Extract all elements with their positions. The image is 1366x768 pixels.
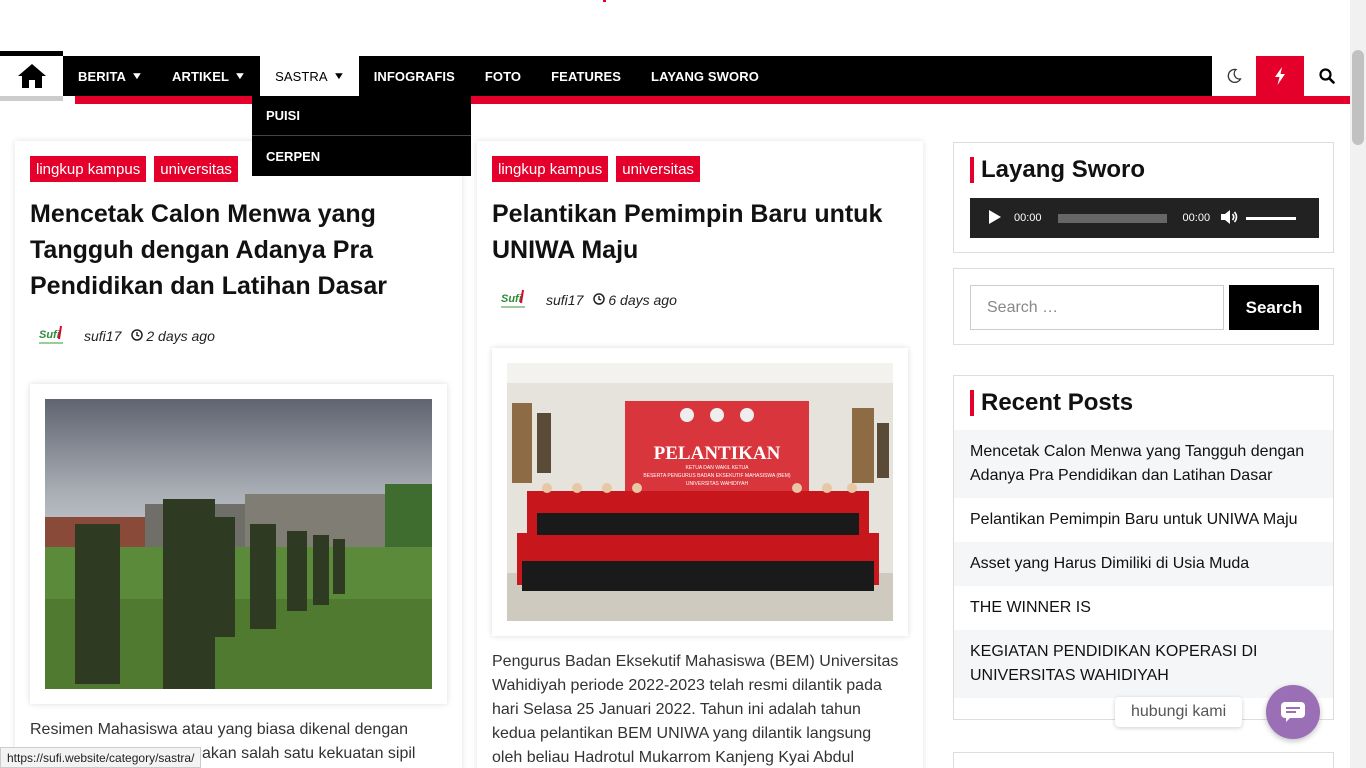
dropdown-item-puisi[interactable]: PUISI — [252, 96, 471, 136]
page: BERITA ▼ ARTIKEL ▼ SASTRA ▼ INFOGRAFIS F… — [0, 0, 1366, 768]
sastra-dropdown: PUISI CERPEN — [252, 96, 471, 176]
nav-item-label: FEATURES — [551, 68, 622, 84]
post-thumbnail-pelantikan[interactable]: PELANTIKAN KETUA DAN WAKIL KETUA BESERTA… — [507, 363, 893, 621]
flash-news-button[interactable] — [1256, 56, 1304, 96]
nav-item-infografis[interactable]: INFOGRAFIS — [359, 56, 470, 96]
header-search-button[interactable] — [1304, 56, 1350, 96]
play-icon[interactable] — [988, 209, 1002, 228]
volume-icon[interactable] — [1220, 209, 1238, 228]
author-name[interactable]: sufi17 — [546, 292, 583, 308]
excerpt-line: hari Selasa 25 Januari 2022. Tahun ini a… — [492, 701, 861, 718]
chat-button[interactable] — [1266, 685, 1320, 739]
post-time: 6 days ago — [608, 292, 677, 308]
recent-post-link[interactable]: KEGIATAN PENDIDIKAN KOPERASI DI UNIVERSI… — [954, 630, 1333, 698]
nav-item-berita[interactable]: BERITA ▼ — [63, 56, 157, 96]
dark-mode-toggle[interactable] — [1212, 56, 1256, 96]
layang-sworo-widget: Layang Sworo 00:00 00:00 — [953, 142, 1334, 253]
volume-slider[interactable] — [1246, 216, 1297, 220]
svg-text:Sufi: Sufi — [501, 293, 523, 305]
lightning-icon — [1275, 67, 1285, 85]
author-name[interactable]: sufi17 — [84, 328, 121, 344]
moon-icon — [1227, 68, 1242, 83]
page-scrollbar[interactable] — [1350, 0, 1366, 768]
title-line: UNIWA Maju — [492, 236, 639, 264]
author-avatar[interactable]: Sufi — [494, 285, 534, 315]
widget-title: Layang Sworo — [970, 157, 1145, 183]
nav-item-label: INFOGRAFIS — [373, 68, 455, 84]
clock-icon — [593, 292, 606, 308]
home-button[interactable] — [0, 51, 63, 101]
post-tags: lingkup kampus universitas — [492, 156, 700, 182]
status-bar-url: https://sufi.website/category/sastra/ — [0, 747, 202, 768]
nav-item-artikel[interactable]: ARTIKEL ▼ — [157, 56, 260, 96]
author-avatar[interactable]: Sufi — [32, 321, 72, 351]
banner-heading: PELANTIKAN — [654, 443, 781, 464]
banner-sub2: BESERTA PENGURUS BADAN EKSEKUTIF MAHASIS… — [643, 473, 790, 479]
tag-link[interactable]: universitas — [154, 156, 238, 182]
svg-text:Sufi: Sufi — [39, 329, 61, 341]
post-tags: lingkup kampus universitas — [30, 156, 238, 182]
nav-item-foto[interactable]: FOTO — [470, 56, 536, 96]
post-title[interactable]: Pelantikan Pemimpin Baru untuk UNIWA Maj… — [492, 196, 912, 268]
nav-item-features[interactable]: FEATURES — [536, 56, 636, 96]
recent-posts-widget: Recent Posts Mencetak Calon Menwa yang T… — [953, 375, 1334, 720]
chat-label[interactable]: hubungi kami — [1115, 697, 1243, 727]
banner-sub1: KETUA DAN WAKIL KETUA — [686, 465, 750, 471]
post-meta: Sufi sufi17 2 days ago — [32, 321, 215, 351]
tag-link[interactable]: lingkup kampus — [492, 156, 609, 182]
post-excerpt: Pengurus Badan Eksekutif Mahasiswa (BEM)… — [492, 650, 912, 768]
excerpt-line: kedua pelantikan BEM UNIWA yang dilantik… — [492, 725, 872, 742]
search-icon — [1319, 68, 1335, 84]
excerpt-line: Resimen Mahasiswa atau yang biasa dikena… — [30, 721, 409, 738]
tag-link[interactable]: lingkup kampus — [30, 156, 147, 182]
title-line: Tangguh dengan Adanya Pra — [30, 236, 374, 264]
nav-item-label: FOTO — [484, 68, 522, 84]
excerpt-line: Pengurus Badan Eksekutif Mahasiswa (BEM)… — [492, 653, 899, 670]
post-title[interactable]: Mencetak Calon Menwa yang Tangguh dengan… — [30, 196, 450, 304]
recent-post-link[interactable]: Pelantikan Pemimpin Baru untuk UNIWA Maj… — [954, 498, 1333, 542]
scrollbar-thumb[interactable] — [1352, 50, 1364, 145]
post-thumbnail-menwa[interactable] — [45, 399, 432, 689]
recent-post-link[interactable]: THE WINNER IS — [954, 586, 1333, 630]
clock-icon — [131, 328, 144, 344]
search-input[interactable]: Search … — [970, 285, 1224, 330]
audio-current-time: 00:00 — [1014, 212, 1042, 224]
nav-item-label: ARTIKEL — [172, 68, 230, 84]
recent-post-link[interactable]: Asset yang Harus Dimiliki di Usia Muda — [954, 542, 1333, 586]
recent-post-link[interactable]: Mencetak Calon Menwa yang Tangguh dengan… — [954, 430, 1333, 498]
excerpt-line: Wahidiyah periode 2022-2023 telah resmi … — [492, 677, 882, 694]
search-submit-button[interactable]: Search — [1229, 285, 1319, 330]
top-accent-mark — [603, 0, 606, 2]
widget-title: Recent Posts — [970, 390, 1133, 416]
next-widget — [953, 752, 1334, 768]
nav-item-sastra[interactable]: SASTRA ▼ — [260, 56, 359, 96]
search-widget: Search … Search — [953, 268, 1334, 345]
dropdown-item-cerpen[interactable]: CERPEN — [252, 136, 471, 176]
audio-player: 00:00 00:00 — [970, 198, 1319, 238]
title-line: Pendidikan dan Latihan Dasar — [30, 272, 388, 300]
excerpt-line: oleh beliau Hadrotul Mukarrom Kanjeng Ky… — [492, 749, 854, 766]
title-line: Pelantikan Pemimpin Baru untuk — [492, 200, 883, 228]
tag-link[interactable]: universitas — [616, 156, 700, 182]
audio-progress-bar[interactable] — [1057, 213, 1167, 223]
nav-item-label: BERITA — [78, 68, 127, 84]
nav-item-label: LAYANG SWORO — [651, 68, 759, 84]
chevron-down-icon: ▼ — [332, 70, 346, 82]
post-meta: Sufi sufi17 6 days ago — [494, 285, 677, 315]
chevron-down-icon: ▼ — [233, 70, 247, 82]
title-line: Mencetak Calon Menwa yang — [30, 200, 376, 228]
banner-sub3: UNIVERSITAS WAHIDIYAH — [686, 481, 749, 487]
main-menu: BERITA ▼ ARTIKEL ▼ SASTRA ▼ INFOGRAFIS F… — [63, 56, 774, 96]
chevron-down-icon: ▼ — [130, 70, 144, 82]
home-icon — [17, 64, 46, 88]
chat-icon — [1281, 702, 1305, 722]
post-time: 2 days ago — [146, 328, 215, 344]
recent-posts-list: Mencetak Calon Menwa yang Tangguh dengan… — [954, 430, 1333, 698]
nav-item-label: SASTRA — [275, 68, 328, 84]
audio-duration: 00:00 — [1182, 212, 1211, 224]
nav-item-layang-sworo[interactable]: LAYANG SWORO — [636, 56, 774, 96]
